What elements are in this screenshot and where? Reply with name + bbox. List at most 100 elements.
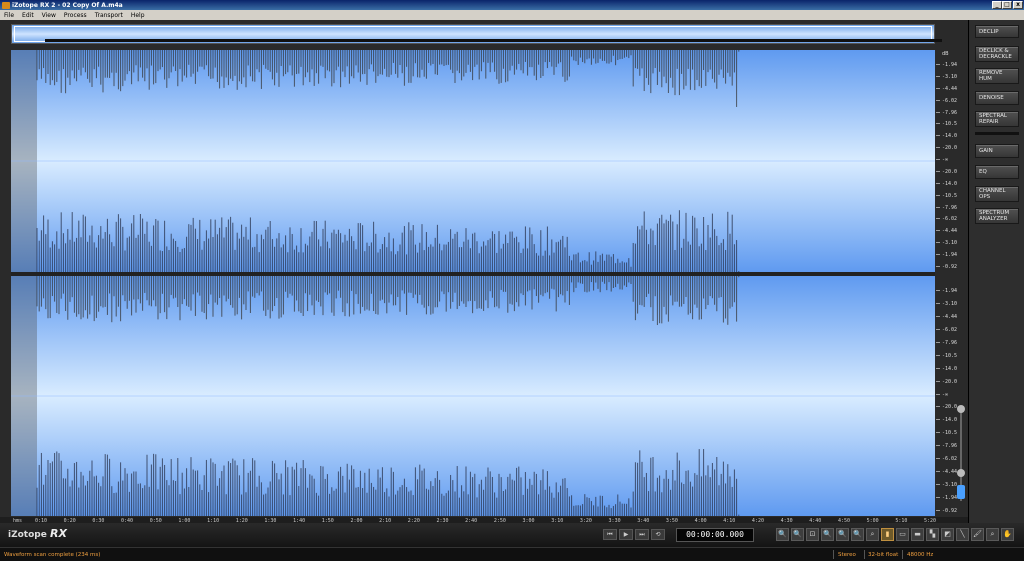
- db-tick: [936, 75, 940, 77]
- db-tick: [936, 230, 940, 232]
- db-tick: [936, 406, 940, 408]
- loop-button[interactable]: ⟲: [651, 529, 665, 540]
- menu-help[interactable]: Help: [127, 12, 149, 19]
- status-separator: [864, 550, 865, 559]
- tool-palette: 🔍 🔍 ⊡ 🔍 🔍 🔍 ⌕ ▮ ▭ ▬ ▚ ◩ ╲ 🖌 ⌕ ✋: [776, 528, 1014, 541]
- db-tick-label: -14.0: [942, 365, 958, 372]
- db-tick-label: -6.02: [942, 97, 958, 104]
- logo-product: RX: [49, 527, 67, 540]
- zoom-horizontal-icon[interactable]: 🔍: [821, 528, 834, 541]
- menu-edit[interactable]: Edit: [18, 12, 38, 19]
- db-tick-label: -1.94: [942, 62, 958, 68]
- module-spectrum-analyzer-button[interactable]: SPECTRUM ANALYZER: [975, 208, 1019, 224]
- db-tick-label: -1.94: [942, 252, 958, 259]
- db-tick: [936, 315, 940, 317]
- vzoom-handle[interactable]: [957, 485, 965, 499]
- db-tick-label: -14.0: [942, 417, 958, 424]
- zoom-selection-icon[interactable]: ⊡: [806, 528, 819, 541]
- module-separator: [975, 132, 1019, 135]
- go-to-end-button[interactable]: ⏭: [635, 529, 649, 540]
- maximize-button[interactable]: □: [1002, 1, 1012, 9]
- module-eq-button[interactable]: EQ: [975, 165, 1019, 179]
- db-tick-label: -∞: [942, 391, 949, 398]
- brush-icon[interactable]: 🖌: [971, 528, 984, 541]
- frequency-select-icon[interactable]: ▬: [911, 528, 924, 541]
- pencil-tool-icon[interactable]: ╲: [956, 528, 969, 541]
- db-tick-label: -∞: [942, 157, 949, 164]
- db-tick: [936, 242, 940, 244]
- menu-file[interactable]: File: [0, 12, 18, 19]
- db-tick: [936, 135, 940, 137]
- db-tick-label: -7.96: [942, 443, 958, 450]
- bottom-toolbar: iZotope RX ⏮ ▶ ⏭ ⟲ 00:00:00.000 🔍 🔍 ⊡ 🔍 …: [0, 523, 1024, 547]
- module-denoise-button[interactable]: DENOISE: [975, 91, 1019, 105]
- lasso-icon[interactable]: ▚: [926, 528, 939, 541]
- vzoom-in-icon[interactable]: [957, 405, 965, 413]
- db-tick: [936, 393, 940, 395]
- module-gain-button[interactable]: GAIN: [975, 144, 1019, 158]
- status-message: Waveform scan complete (234 ms): [4, 552, 101, 558]
- hand-icon[interactable]: ✋: [1001, 528, 1014, 541]
- close-button[interactable]: x: [1013, 1, 1023, 9]
- timecode-display: 00:00:00.000: [676, 528, 754, 542]
- overview-waveform[interactable]: [11, 24, 942, 44]
- db-tick: [936, 510, 940, 511]
- db-tick: [936, 341, 940, 343]
- db-tick-label: -7.96: [942, 109, 958, 116]
- rectangle-select-icon[interactable]: ▭: [896, 528, 909, 541]
- menu-bar: File Edit View Process Transport Help: [0, 10, 1024, 20]
- db-tick-label: -10.5: [942, 430, 958, 437]
- izotope-logo: iZotope RX: [8, 527, 67, 540]
- zoom-in-icon[interactable]: 🔍: [776, 528, 789, 541]
- module-remove-hum-button[interactable]: REMOVE HUM: [975, 68, 1019, 84]
- minimize-button[interactable]: _: [992, 1, 1002, 9]
- db-tick-label: -20.0: [942, 145, 958, 152]
- db-tick-label: -0.92: [942, 264, 958, 270]
- search-icon[interactable]: ⌕: [986, 528, 999, 541]
- db-tick: [936, 328, 940, 330]
- izotope-rx-window: iZotope RX 2 - 02 Copy Of A.m4a _ □ x Fi…: [0, 0, 1024, 561]
- db-tick: [936, 218, 940, 220]
- go-to-start-button[interactable]: ⏮: [603, 529, 617, 540]
- status-bitdepth: 32-bit float: [868, 552, 899, 558]
- db-tick: [936, 266, 940, 267]
- time-select-icon[interactable]: ▮: [881, 528, 894, 541]
- db-tick: [936, 432, 940, 434]
- module-panel: DECLIP DECLICK & DECRACKLE REMOVE HUM DE…: [968, 20, 1024, 523]
- db-ruler-left: -1.94 -3.10 -4.44 -6.02 -7.96 -10.5 -14.0 -20.0…: [936, 50, 964, 272]
- zoom-vertical-icon[interactable]: 🔍: [836, 528, 849, 541]
- module-spectral-repair-button[interactable]: SPECTRAL REPAIR: [975, 111, 1019, 127]
- db-tick-label: -6.02: [942, 326, 958, 333]
- db-tick: [936, 419, 940, 421]
- vzoom-out-icon[interactable]: [957, 469, 965, 477]
- zoom-tool-icon[interactable]: ⌕: [866, 528, 879, 541]
- status-separator: [902, 550, 903, 559]
- magic-wand-icon[interactable]: ◩: [941, 528, 954, 541]
- waveform-display[interactable]: [11, 50, 935, 516]
- db-tick: [936, 64, 940, 65]
- db-tick: [936, 147, 940, 149]
- db-tick-label: -7.96: [942, 339, 958, 346]
- db-tick-label: -20.0: [942, 404, 958, 411]
- window-title: iZotope RX 2 - 02 Copy Of A.m4a: [12, 1, 123, 9]
- db-tick-label: -7.96: [942, 204, 958, 211]
- overview-track: [45, 39, 942, 42]
- db-tick: [936, 445, 940, 447]
- db-tick: [936, 484, 940, 486]
- zoom-fit-icon[interactable]: 🔍: [851, 528, 864, 541]
- waveform-canvas[interactable]: [11, 50, 935, 516]
- menu-process[interactable]: Process: [60, 12, 91, 19]
- menu-transport[interactable]: Transport: [91, 12, 127, 19]
- zoom-out-icon[interactable]: 🔍: [791, 528, 804, 541]
- status-separator: [833, 550, 834, 559]
- module-channel-ops-button[interactable]: CHANNEL OPS: [975, 186, 1019, 202]
- module-declick-button[interactable]: DECLICK & DECRACKLE: [975, 46, 1019, 62]
- play-button[interactable]: ▶: [619, 529, 633, 540]
- vertical-zoom-slider[interactable]: [956, 405, 966, 515]
- logo-brand: iZotope: [8, 530, 47, 540]
- db-tick: [936, 354, 940, 356]
- module-declip-button[interactable]: DECLIP: [975, 25, 1019, 38]
- menu-view[interactable]: View: [38, 12, 60, 19]
- db-tick: [936, 302, 940, 304]
- db-tick-label: -10.5: [942, 121, 958, 128]
